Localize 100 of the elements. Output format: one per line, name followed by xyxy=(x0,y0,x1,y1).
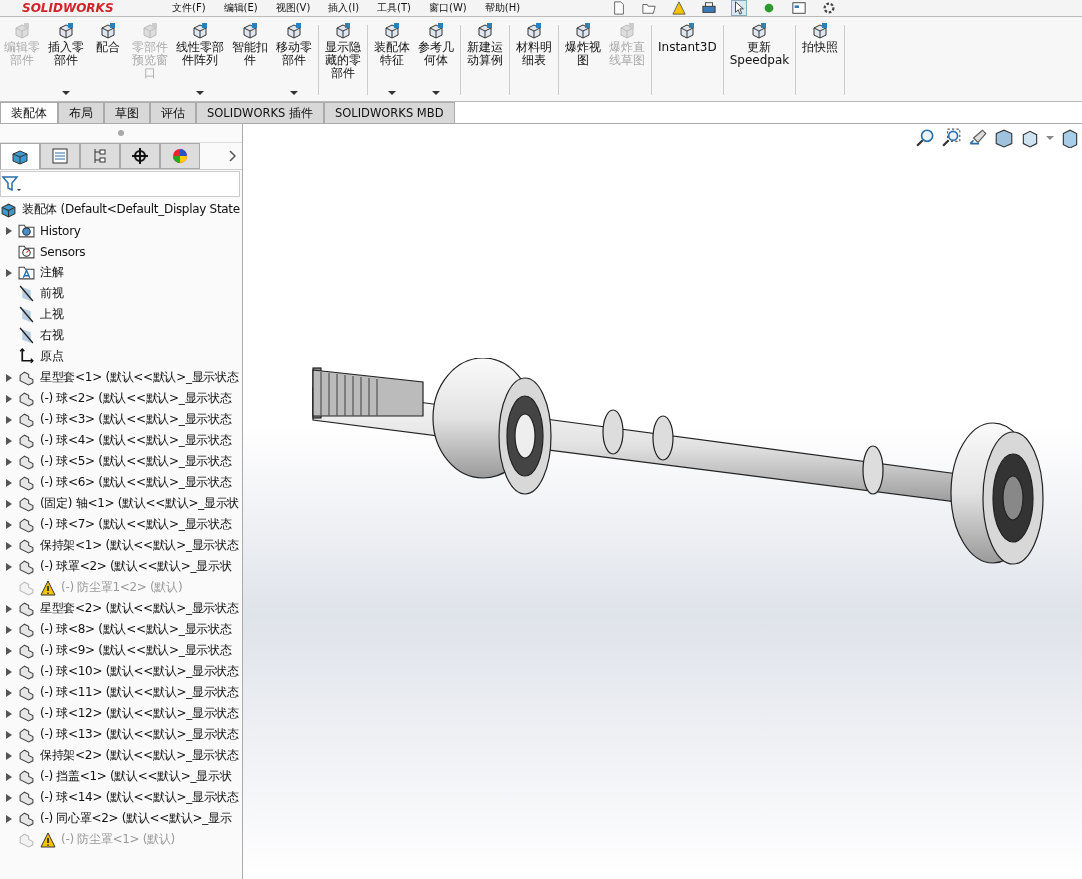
tree-item[interactable]: 星型套<1> (默认<<默认>_显示状态 xyxy=(40,369,239,386)
expand-arrow-icon[interactable] xyxy=(6,604,12,613)
expand-arrow-icon[interactable] xyxy=(6,709,12,718)
ribbon-tab[interactable]: 草图 xyxy=(104,102,150,123)
tree-item[interactable]: 前视 xyxy=(40,285,64,302)
tree-item[interactable]: (-) 球<4> (默认<<默认>_显示状态 xyxy=(40,432,232,449)
open-folder-icon[interactable] xyxy=(642,1,656,15)
expand-arrow-icon[interactable] xyxy=(6,499,12,508)
expand-arrow-icon[interactable] xyxy=(6,541,12,550)
expand-arrow-icon[interactable] xyxy=(6,667,12,676)
tree-item[interactable]: 原点 xyxy=(40,348,64,365)
filter-icon[interactable] xyxy=(1,174,21,194)
tree-item[interactable]: (-) 球<5> (默认<<默认>_显示状态 xyxy=(40,453,232,470)
tree-item[interactable]: 星型套<2> (默认<<默认>_显示状态 xyxy=(40,600,239,617)
toolbar-button[interactable]: 配合 xyxy=(88,19,128,101)
toolbar-button[interactable]: 装配体 特征 xyxy=(370,19,414,101)
chevron-right-icon[interactable] xyxy=(228,150,236,162)
new-document-icon[interactable] xyxy=(612,1,626,15)
cube-icon xyxy=(240,21,260,41)
app-logo[interactable]: SOLIDWORKS xyxy=(0,1,172,15)
zoom-to-area-icon[interactable] xyxy=(942,128,962,148)
expand-arrow-icon[interactable] xyxy=(6,520,12,529)
zoom-to-fit-icon[interactable] xyxy=(916,128,936,148)
tree-item[interactable]: (-) 球<2> (默认<<默认>_显示状态 xyxy=(40,390,232,407)
menu-item[interactable]: 帮助(H) xyxy=(484,1,521,15)
toolbar-button[interactable]: 爆炸视 图 xyxy=(561,19,605,101)
expand-arrow-icon[interactable] xyxy=(6,772,12,781)
menu-item[interactable]: 文件(F) xyxy=(172,1,206,15)
tree-item[interactable]: 装配体 (Default<Default_Display State xyxy=(22,201,240,218)
tree-item[interactable]: (-) 同心罩<2> (默认<<默认>_显示 xyxy=(40,810,232,827)
expand-arrow-icon[interactable] xyxy=(6,562,12,571)
settings-icon[interactable] xyxy=(822,1,836,15)
expand-arrow-icon[interactable] xyxy=(6,814,12,823)
menu-item[interactable]: 窗口(W) xyxy=(429,1,467,15)
tree-item[interactable]: (-) 球<12> (默认<<默认>_显示状态 xyxy=(40,705,239,722)
tree-item[interactable]: 右视 xyxy=(40,327,64,344)
tree-item[interactable]: (-) 挡盖<1> (默认<<默认>_显示状 xyxy=(40,768,232,785)
toolbar-button[interactable]: 移动零 部件 xyxy=(272,19,316,101)
toolbar-button[interactable]: 新建运 动算例 xyxy=(463,19,507,101)
feature-tree-tab[interactable] xyxy=(0,143,40,169)
tree-item[interactable]: 保持架<2> (默认<<默认>_显示状态 xyxy=(40,747,239,764)
tree-item[interactable]: (-) 球<10> (默认<<默认>_显示状态 xyxy=(40,663,239,680)
toolbar-button[interactable]: 智能扣 件 xyxy=(228,19,272,101)
ribbon-tab[interactable]: SOLIDWORKS 插件 xyxy=(196,102,324,123)
expand-arrow-icon[interactable] xyxy=(6,625,12,634)
toolbar-button[interactable]: 拍快照 xyxy=(798,19,843,101)
tree-item[interactable]: 保持架<1> (默认<<默认>_显示状态 xyxy=(40,537,239,554)
tree-item[interactable]: History xyxy=(40,223,81,238)
tree-item[interactable]: (-) 球<8> (默认<<默认>_显示状态 xyxy=(40,621,232,638)
expand-arrow-icon[interactable] xyxy=(6,373,12,382)
toolbar-button[interactable]: Instant3D xyxy=(654,19,721,101)
ribbon-tab[interactable]: 布局 xyxy=(58,102,104,123)
tree-item[interactable]: 注解 xyxy=(40,264,64,281)
window-icon[interactable] xyxy=(792,1,806,15)
expand-arrow-icon[interactable] xyxy=(6,415,12,424)
property-list-tab[interactable] xyxy=(40,143,80,169)
tree-item[interactable]: (-) 球<13> (默认<<默认>_显示状态 xyxy=(40,726,239,743)
tree-item[interactable]: Sensors xyxy=(40,244,86,259)
toolbar-button[interactable]: 更新 Speedpak xyxy=(725,19,794,101)
tree-item[interactable]: (-) 球<9> (默认<<默认>_显示状态 xyxy=(40,642,232,659)
printer-icon[interactable] xyxy=(702,1,716,15)
expand-arrow-icon[interactable] xyxy=(6,478,12,487)
cube-icon xyxy=(333,21,353,41)
tree-item[interactable]: 上视 xyxy=(40,306,64,323)
menu-item[interactable]: 视图(V) xyxy=(275,1,311,15)
expand-arrow-icon[interactable] xyxy=(6,436,12,445)
expand-arrow-icon[interactable] xyxy=(6,394,12,403)
crosshair-tab[interactable] xyxy=(120,143,160,169)
toolbar-button[interactable]: 显示隐 藏的零 部件 xyxy=(321,19,365,101)
warning-icon[interactable] xyxy=(672,1,686,15)
menu-item[interactable]: 工具(T) xyxy=(377,1,412,15)
pointer-icon[interactable] xyxy=(732,1,746,15)
appearance-tab[interactable] xyxy=(160,143,200,169)
expand-arrow-icon[interactable] xyxy=(6,268,12,277)
tree-item[interactable]: (-) 球<11> (默认<<默认>_显示状态 xyxy=(40,684,239,701)
toolbar-button[interactable]: 参考几 何体 xyxy=(414,19,458,101)
tree-item[interactable]: (固定) 轴<1> (默认<<默认>_显示状 xyxy=(40,495,239,512)
expand-arrow-icon[interactable] xyxy=(6,457,12,466)
expand-arrow-icon[interactable] xyxy=(6,646,12,655)
menu-item[interactable]: 编辑(E) xyxy=(223,1,258,15)
caret-icon[interactable] xyxy=(1046,136,1054,140)
toolbar-button[interactable]: 插入零 部件 xyxy=(44,19,88,101)
tree-item[interactable]: (-) 球<7> (默认<<默认>_显示状态 xyxy=(40,516,232,533)
cube-icon xyxy=(56,21,76,41)
ribbon-tab[interactable]: 评估 xyxy=(150,102,196,123)
ribbon-tab[interactable]: 装配体 xyxy=(0,102,58,123)
tree-item[interactable]: (-) 球罩<2> (默认<<默认>_显示状 xyxy=(40,558,232,575)
expand-arrow-icon[interactable] xyxy=(6,688,12,697)
tree-item[interactable]: (-) 球<14> (默认<<默认>_显示状态 xyxy=(40,789,239,806)
expand-arrow-icon[interactable] xyxy=(6,226,12,235)
panel-grip-handle[interactable] xyxy=(118,130,124,136)
toolbar-button[interactable]: 线性零部 件阵列 xyxy=(172,19,228,101)
tree-item[interactable]: (-) 球<3> (默认<<默认>_显示状态 xyxy=(40,411,232,428)
ribbon-tab[interactable]: SOLIDWORKS MBD xyxy=(323,102,455,123)
tree-item[interactable]: (-) 球<6> (默认<<默认>_显示状态 xyxy=(40,474,232,491)
expand-arrow-icon[interactable] xyxy=(6,751,12,760)
toolbar-button[interactable]: 材料明 细表 xyxy=(512,19,556,101)
expand-arrow-icon[interactable] xyxy=(6,730,12,739)
expand-arrow-icon[interactable] xyxy=(6,793,12,802)
menu-item[interactable]: 插入(I) xyxy=(328,1,360,15)
